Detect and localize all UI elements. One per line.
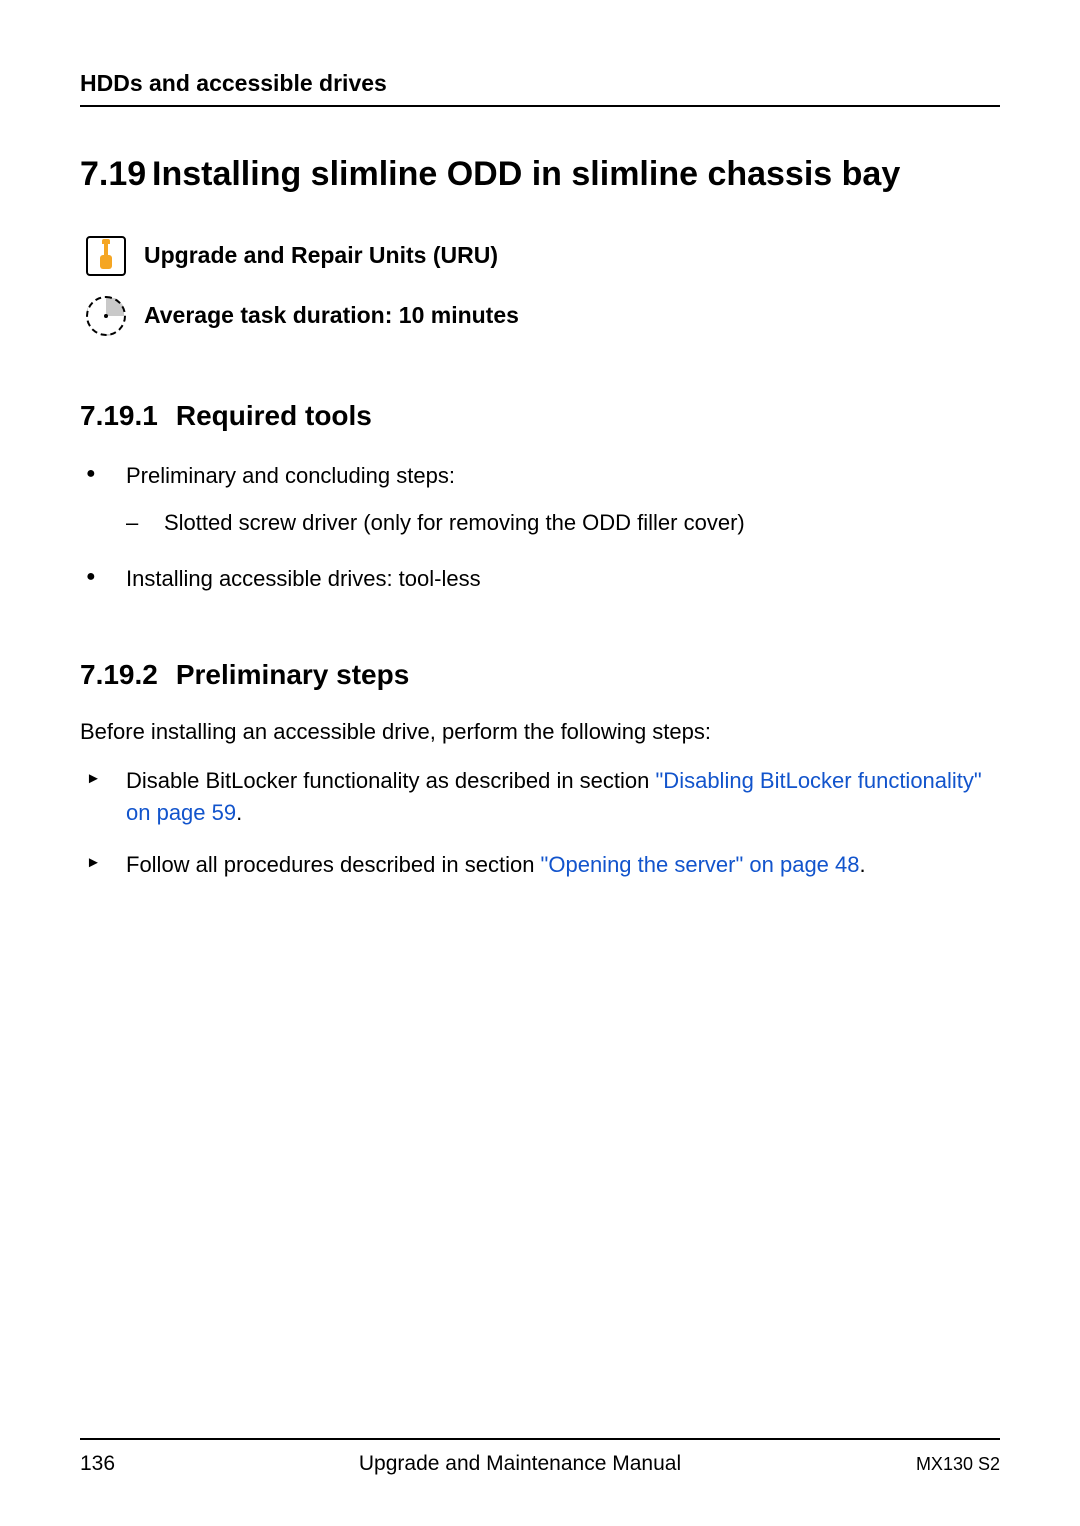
preliminary-intro: Before installing an accessible drive, p…: [80, 719, 1000, 745]
list-item: Installing accessible drives: tool-less: [86, 563, 1000, 595]
step-text: Follow all procedures described in secti…: [126, 852, 541, 877]
sub-bullet-text: Slotted screw driver (only for removing …: [164, 510, 745, 535]
subsection-1-title: Required tools: [176, 400, 372, 432]
page: HDDs and accessible drives 7.19 Installi…: [0, 0, 1080, 1526]
step-text-tail: .: [236, 800, 242, 825]
screwdriver-icon: [86, 236, 126, 276]
section-number: 7.19: [80, 153, 152, 196]
bullet-text: Installing accessible drives: tool-less: [126, 566, 481, 591]
link-opening-server[interactable]: "Opening the server" on page 48: [541, 852, 860, 877]
required-tools-list: Preliminary and concluding steps: Slotte…: [86, 460, 1000, 596]
bullet-text: Preliminary and concluding steps:: [126, 463, 455, 488]
list-item: Disable BitLocker functionality as descr…: [86, 765, 1000, 829]
footer-rule: [80, 1438, 1000, 1440]
preliminary-steps-list: Disable BitLocker functionality as descr…: [86, 765, 1000, 881]
section-heading: 7.19 Installing slimline ODD in slimline…: [80, 153, 1000, 196]
footer-center: Upgrade and Maintenance Manual: [200, 1452, 840, 1476]
subsection-1-number: 7.19.1: [80, 400, 158, 432]
info-duration-row: Average task duration: 10 minutes: [86, 296, 1000, 336]
info-uru-label: Upgrade and Repair Units (URU): [144, 242, 498, 269]
running-head: HDDs and accessible drives: [80, 70, 1000, 97]
step-text-tail: .: [860, 852, 866, 877]
list-item: Preliminary and concluding steps: Slotte…: [86, 460, 1000, 540]
subsection-heading-1: 7.19.1 Required tools: [80, 400, 1000, 432]
info-duration-label: Average task duration: 10 minutes: [144, 302, 519, 329]
header-rule: [80, 105, 1000, 107]
subsection-2-number: 7.19.2: [80, 659, 158, 691]
info-uru-row: Upgrade and Repair Units (URU): [86, 236, 1000, 276]
footer-model: MX130 S2: [840, 1454, 1000, 1475]
clock-icon: [86, 296, 126, 336]
list-item: Slotted screw driver (only for removing …: [126, 507, 1000, 539]
page-footer: 136 Upgrade and Maintenance Manual MX130…: [80, 1438, 1000, 1476]
list-item: Follow all procedures described in secti…: [86, 849, 1000, 881]
sub-list: Slotted screw driver (only for removing …: [126, 507, 1000, 539]
step-text: Disable BitLocker functionality as descr…: [126, 768, 656, 793]
subsection-heading-2: 7.19.2 Preliminary steps: [80, 659, 1000, 691]
subsection-2-title: Preliminary steps: [176, 659, 409, 691]
page-number: 136: [80, 1452, 200, 1476]
section-title: Installing slimline ODD in slimline chas…: [152, 153, 1000, 196]
